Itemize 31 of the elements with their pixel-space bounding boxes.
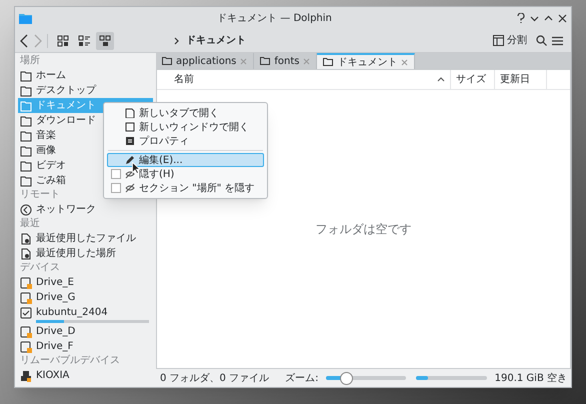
sidebar-item[interactable]: 最近使用したファイル: [18, 231, 153, 246]
sidebar-item[interactable]: Drive_F: [18, 339, 153, 354]
section-heading: 場所: [19, 54, 41, 68]
sidebar-item[interactable]: KIOXIA: [18, 368, 153, 383]
window-title: ドキュメント — Dolphin: [216, 12, 333, 26]
menu-item[interactable]: セクション "場所" を隠す: [107, 181, 264, 195]
section-heading: リムーバブルデバイス: [19, 354, 121, 368]
sidebar-item[interactable]: デスクトップ: [18, 83, 153, 98]
sidebar-item[interactable]: ネットワーク: [18, 202, 153, 217]
section-heading: デバイス: [19, 261, 61, 275]
sidebar-item[interactable]: Drive_E: [18, 275, 153, 290]
sidebar-item[interactable]: 最近使用した場所: [18, 246, 153, 261]
sidebar-item[interactable]: Drive_D: [18, 324, 153, 339]
empty-folder-message: フォルダは空です: [316, 221, 412, 238]
menu-item[interactable]: 編集(E)...: [107, 153, 264, 167]
split-button[interactable]: 分割: [489, 33, 531, 48]
column-header[interactable]: サイズ: [450, 70, 494, 89]
menu-item[interactable]: 隠す(H): [107, 167, 264, 181]
sidebar-item[interactable]: kubuntu_2404: [18, 305, 153, 320]
column-header[interactable]: 名前: [169, 70, 450, 89]
column-header[interactable]: 更新日: [494, 70, 546, 89]
menu-item[interactable]: 新しいウィンドウで開く: [107, 120, 264, 134]
breadcrumb[interactable]: ドキュメント: [186, 33, 246, 48]
sidebar-item[interactable]: ホーム: [18, 68, 153, 83]
status-summary: 0 フォルダ、0 ファイル: [160, 372, 270, 386]
tab[interactable]: ドキュメント: [317, 53, 416, 69]
menu-item[interactable]: プロパティ: [107, 134, 264, 148]
section-heading: 最近: [19, 217, 41, 231]
sidebar-item[interactable]: Drive_G: [18, 290, 153, 305]
free-space-label: 190.1 GiB 空き: [494, 372, 567, 386]
zoom-label: ズーム:: [285, 372, 318, 386]
